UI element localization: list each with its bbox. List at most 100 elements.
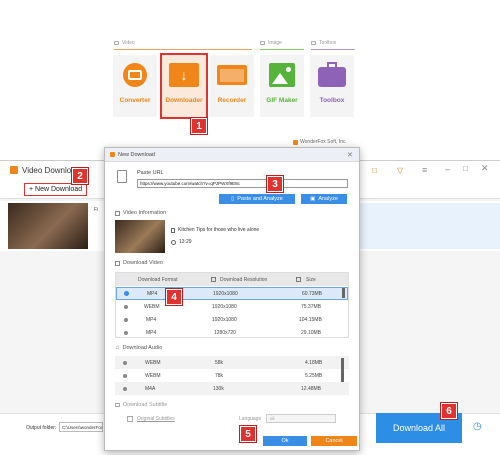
video-row-3[interactable]: MP4 1280x720 29.10MB [116,326,348,339]
step-badge-2: 2 [71,167,89,185]
alarm-clock-icon[interactable]: ◷ [473,421,482,432]
radio-dot [123,373,127,378]
video-thumbnail [115,220,165,253]
audio-row-size: 5.25MB [305,372,323,379]
video-row-2[interactable]: MP4 1920x1080 104.15MB [116,313,348,326]
paste-url-label: Paste URL [137,170,164,176]
duration-row: 13:29 [171,239,192,245]
tile-gif-maker-label: GIF Maker [266,97,298,104]
audio-row-format: WEBM [145,359,161,366]
section-image-label: Image [268,40,282,46]
new-download-button[interactable]: + New Download [24,183,88,196]
audio-row-bitrate: 58k [215,359,224,366]
tile-downloader[interactable]: ↓ Downloader [160,53,208,119]
url-input[interactable]: https://www.youtube.com/watch?v=qPJPWXf9… [137,179,348,188]
tile-converter[interactable]: Converter [113,55,157,117]
section-video: Video [114,40,135,46]
download-row-status [360,203,500,249]
radio-dot [124,304,128,309]
download-video-label: Download Video [123,260,163,266]
video-row-resolution: 1280x720 [214,329,236,336]
tile-downloader-label: Downloader [165,97,203,104]
maximize-icon[interactable]: □ [463,164,468,173]
audio-row-bitrate: 78k [215,372,224,379]
video-information-label: Video Information [123,210,167,216]
resolution-icon [211,277,216,282]
video-info-icon [115,210,120,216]
wonderfox-logo-icon [293,139,298,145]
video-row-0[interactable]: MP4 1920x1080 60.73MB [116,287,348,300]
close-window-icon[interactable]: ✕ [481,163,489,174]
video-table-header: Download Format Download Resolution Size [116,273,348,286]
video-row-size: 75.37MB [301,303,322,310]
audio-row-0[interactable]: WEBM 58k 4.18MB [115,356,349,369]
radio-dot [123,386,127,391]
col-resolution: Download Resolution [220,276,268,283]
video-row-size: 29.10MB [301,329,322,336]
subtitle-icon [115,403,120,407]
section-toolbox-label: Toolbox [319,40,337,46]
music-note-icon: ♫ [115,345,120,351]
language-label: Language [239,416,262,422]
audio-row-bitrate: 130k [213,385,224,392]
ok-button[interactable]: Ok [263,436,307,446]
tile-toolbox-label: Toolbox [319,97,345,104]
audio-row-1[interactable]: WEBM 78k 5.25MB [115,369,349,382]
audio-table-scrollbar[interactable] [341,358,344,382]
download-video-header: Download Video [115,260,163,266]
analyze-label: Analyze [318,196,338,202]
selected-check-icon [124,291,129,296]
paste-icon: ▯ [231,196,235,202]
dialog-title: New Download [118,151,155,158]
tile-recorder[interactable]: Recorder [210,55,254,117]
download-audio-header: ♫ Download Audio [115,345,162,351]
audio-row-size: 4.18MB [305,359,323,366]
step-badge-6: 6 [440,402,458,420]
output-folder-input[interactable]: C:\Users\wonderFox [59,422,103,432]
paste-and-analyze-button[interactable]: ▯ Paste and Analyze [219,194,295,204]
download-audio-label: Download Audio [122,345,163,351]
tile-toolbox[interactable]: Toolbox [310,55,354,117]
gift-icon[interactable]: □ [372,166,377,175]
original-subtitles-checkbox[interactable] [127,416,133,422]
tile-recorder-label: Recorder [217,97,247,104]
radio-dot [123,360,127,365]
tile-gif-maker[interactable]: GIF Maker [260,55,304,117]
video-row-format: WEBM [144,303,160,310]
download-row-filename: Fi [94,207,99,213]
analyze-button[interactable]: ▣ Analyze [301,194,347,204]
video-row-format: MP4 [146,329,157,336]
video-table-scrollbar[interactable] [342,288,345,298]
menu-icon[interactable]: ≡ [422,165,427,175]
section-image-line [260,49,304,50]
audio-row-2[interactable]: M4A 130k 12.48MB [115,382,349,395]
radio-dot [124,317,128,322]
video-row-size: 60.73MB [302,290,323,297]
dialog-close-icon[interactable]: ✕ [347,151,353,159]
col-format: Download Format [138,276,178,283]
toolbox-icon [315,60,349,90]
step-badge-1: 1 [190,117,208,135]
video-row-format: MP4 [146,316,157,323]
audio-row-size: 12.48MB [301,385,322,392]
minimize-icon[interactable]: – [445,164,450,174]
cancel-button[interactable]: Cancel [311,436,357,446]
section-image: Image [260,40,282,46]
image-section-icon [260,41,265,45]
video-title: Kitchen Tips for those who live alone [178,227,260,233]
cart-icon[interactable]: ▽ [397,166,403,175]
video-information-header: Video Information [115,210,166,216]
language-select[interactable]: all [266,414,336,423]
converter-icon [118,60,152,90]
audio-format-table: WEBM 58k 4.18MB WEBM 78k 5.25MB M4A 130k… [115,356,349,396]
audio-row-format: WEBM [145,372,161,379]
original-subtitles-label: Original Subtitles [137,416,175,422]
app-logo-icon [10,166,18,174]
download-subtitle-label: Download Subtitle [123,402,168,408]
copyright-text: WonderFox Soft, Inc. [300,139,347,145]
video-row-resolution: 1920x1080 [213,290,238,297]
downloader-icon: ↓ [167,60,201,90]
download-video-icon [115,260,120,266]
video-row-1[interactable]: WEBM 1920x1080 75.37MB [116,300,348,313]
video-row-resolution: 1920x1080 [212,303,237,310]
